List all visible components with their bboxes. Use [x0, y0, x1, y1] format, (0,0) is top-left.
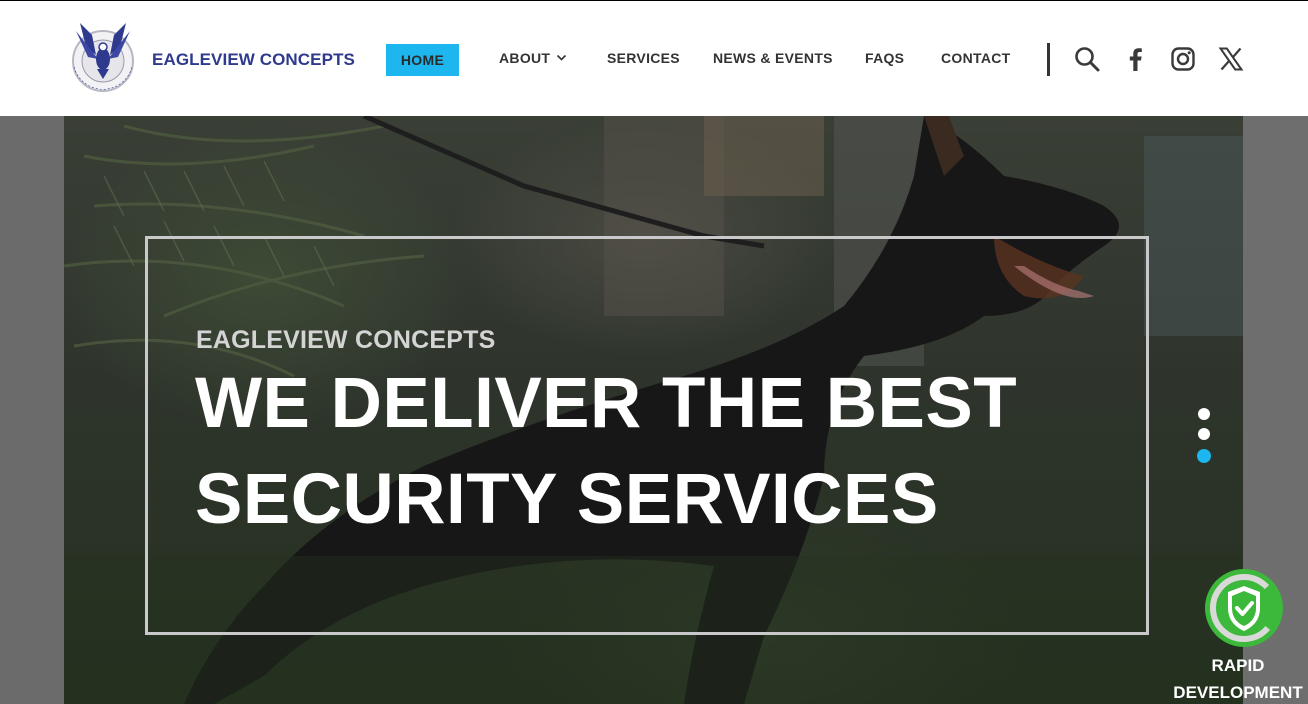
badge-line1: RAPID — [1211, 656, 1265, 675]
x-twitter-icon[interactable] — [1217, 45, 1245, 73]
brand-name[interactable]: EAGLEVIEW CONCEPTS — [152, 50, 355, 70]
facebook-icon[interactable] — [1122, 45, 1150, 73]
nav-about[interactable]: ABOUT — [499, 50, 550, 66]
nav-contact[interactable]: CONTACT — [941, 50, 1011, 66]
hero-left-gutter — [0, 116, 64, 704]
nav-faqs[interactable]: FAQS — [865, 50, 904, 66]
eagle-logo-icon[interactable] — [66, 21, 140, 97]
hero-headline: WE DELIVER THE BEST SECURITY SERVICES — [195, 356, 1017, 548]
hero-kicker: EAGLEVIEW CONCEPTS — [196, 326, 496, 354]
site-header: EAGLEVIEW CONCEPTS HOME ABOUT SERVICES N… — [0, 1, 1308, 116]
slide-dot-1[interactable] — [1198, 408, 1210, 420]
search-icon[interactable] — [1073, 45, 1101, 73]
slide-dot-3-active[interactable] — [1197, 449, 1211, 463]
header-divider — [1047, 43, 1050, 76]
hero-headline-line1: WE DELIVER THE BEST — [195, 364, 1018, 443]
nav-news-events[interactable]: NEWS & EVENTS — [713, 50, 833, 66]
slide-dot-2[interactable] — [1198, 428, 1210, 440]
chevron-down-icon[interactable] — [556, 54, 567, 62]
hero-headline-line2: SECURITY SERVICES — [195, 460, 939, 539]
nav-home[interactable]: HOME — [386, 44, 459, 76]
rapid-development-label[interactable]: RAPID DEVELOPMENT — [1168, 652, 1308, 704]
instagram-icon[interactable] — [1169, 45, 1197, 73]
badge-line2: DEVELOPMENT — [1173, 683, 1303, 702]
shield-check-icon[interactable] — [1204, 568, 1284, 648]
nav-services[interactable]: SERVICES — [607, 50, 680, 66]
